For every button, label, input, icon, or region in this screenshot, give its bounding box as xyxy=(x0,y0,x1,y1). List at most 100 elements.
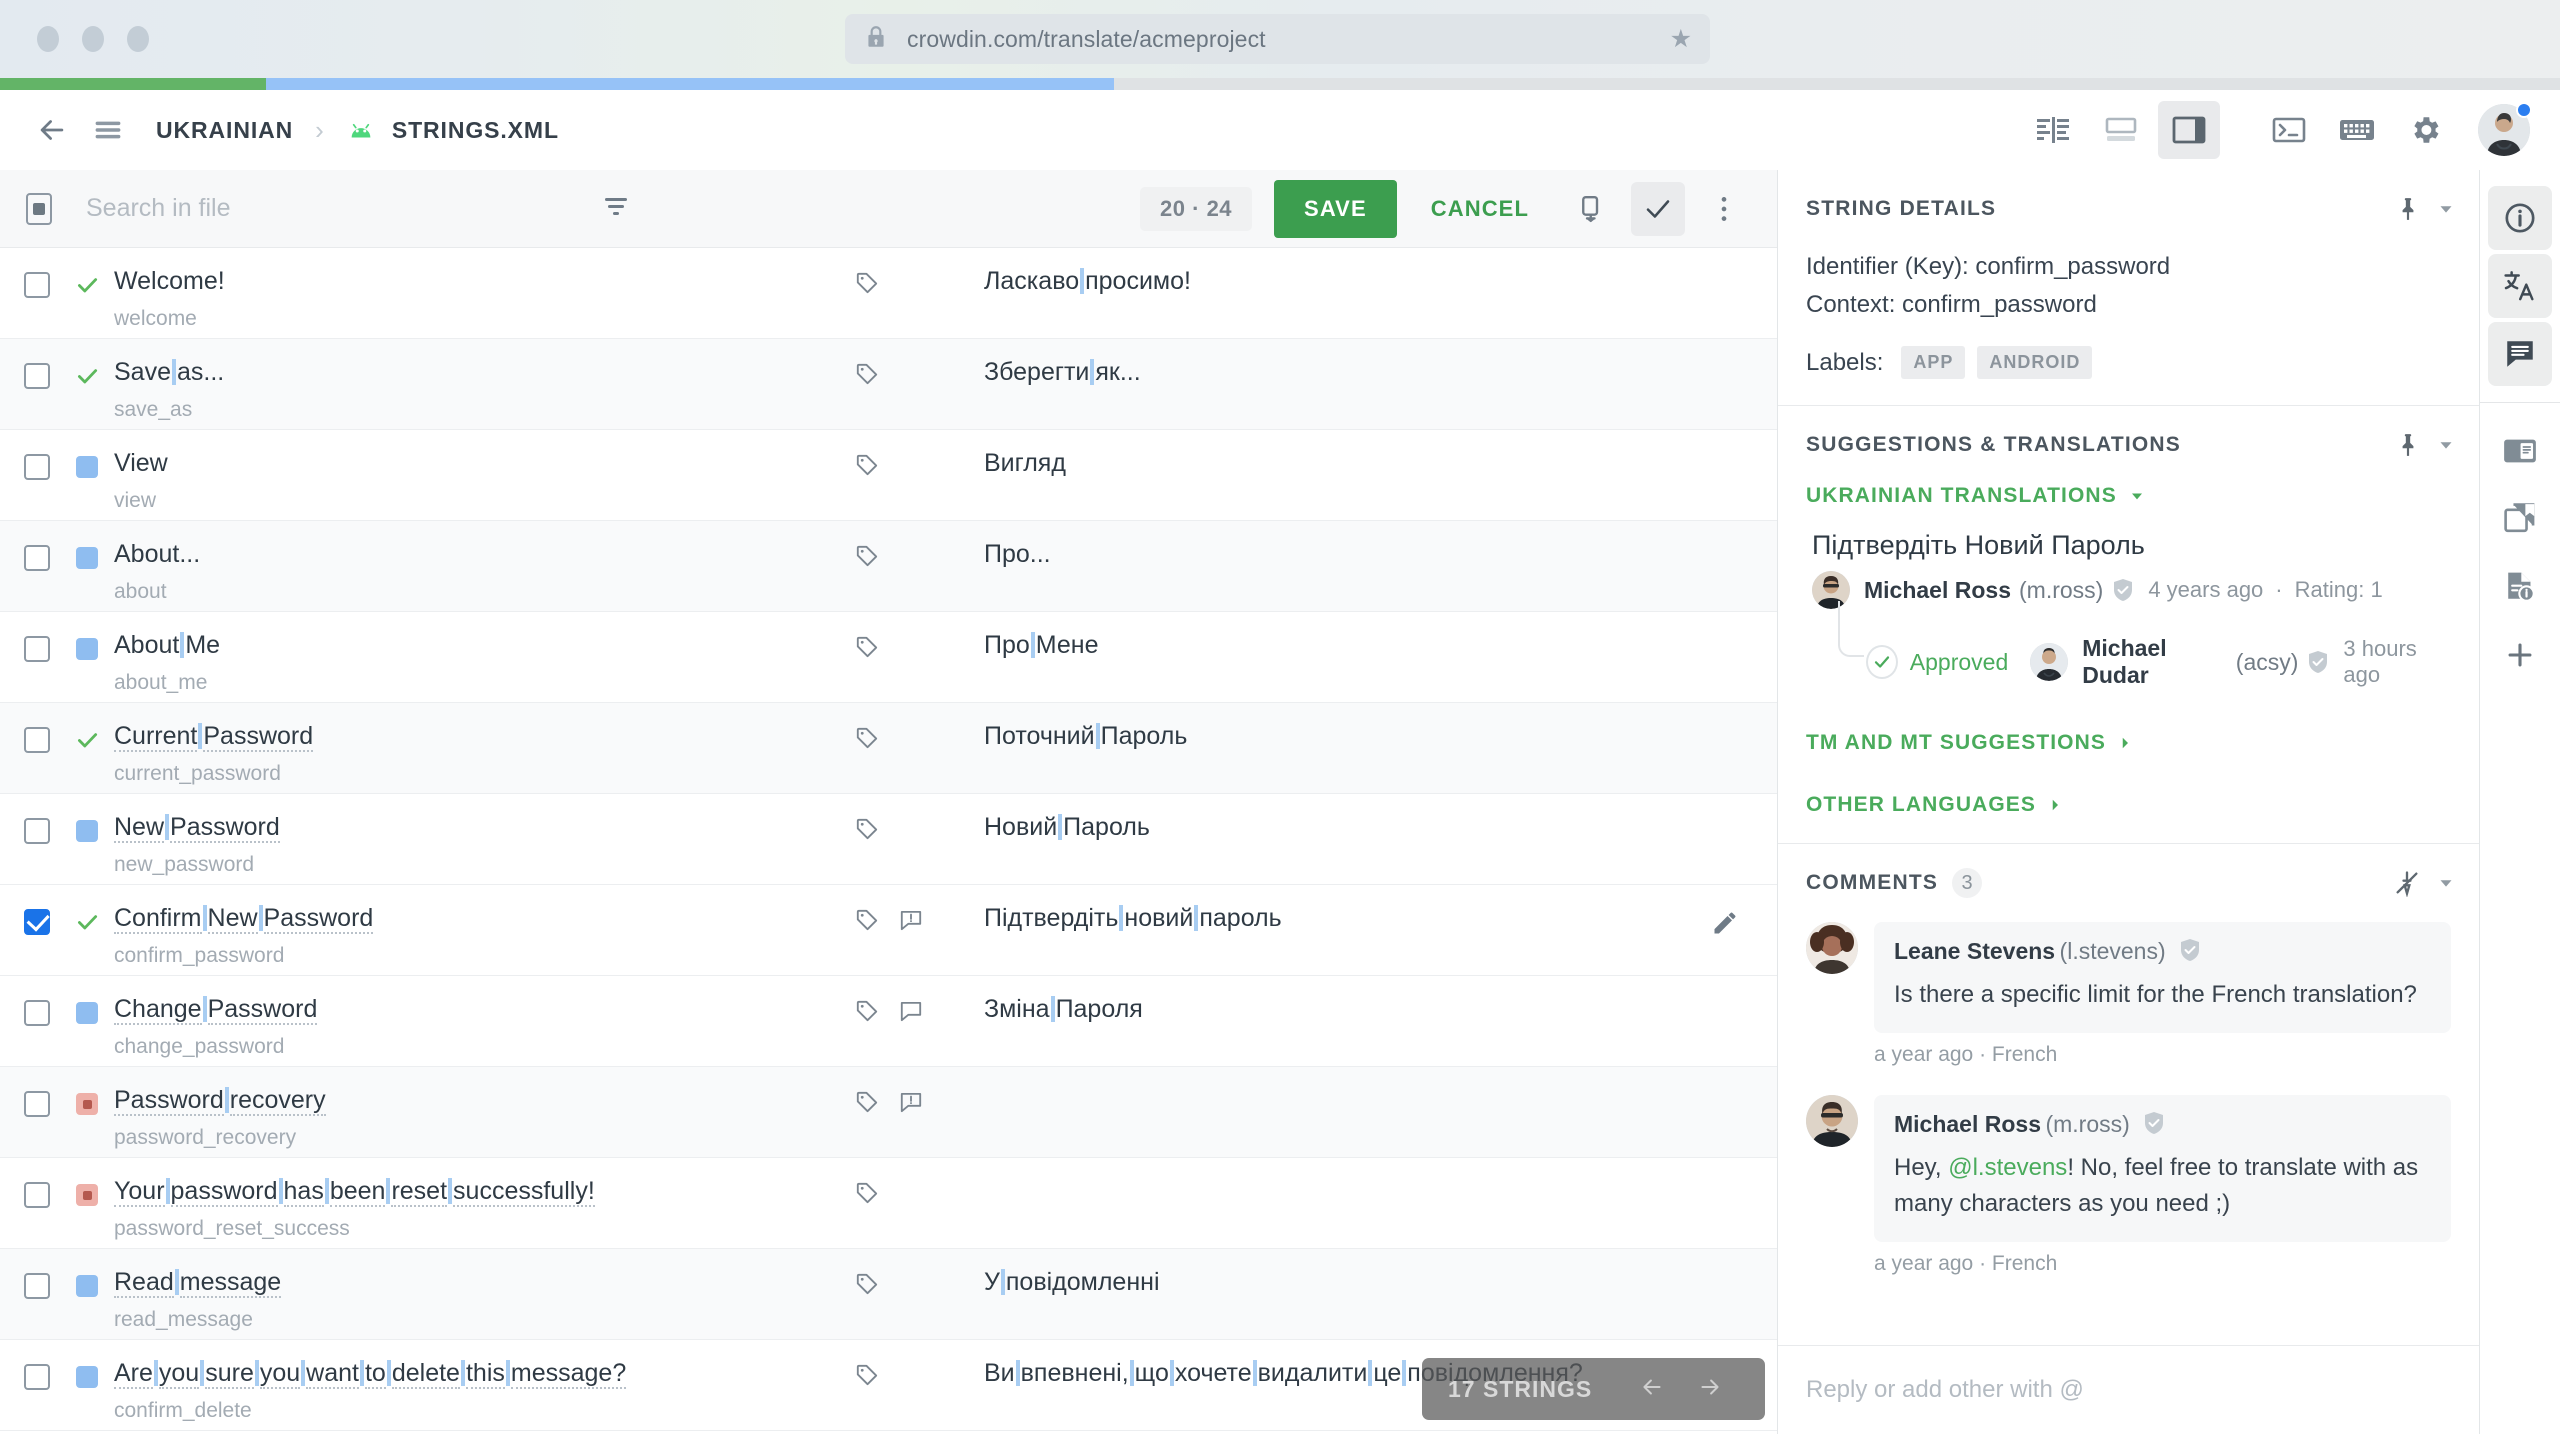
translation-text[interactable]: Підтвердіть Новий Пароль xyxy=(1812,530,2451,561)
table-row[interactable]: Confirm New Password confirm_password Підтве… xyxy=(0,885,1777,976)
table-row[interactable]: Your password has been reset successfully! pas… xyxy=(0,1158,1777,1249)
console-icon[interactable] xyxy=(2258,101,2320,159)
target-text[interactable]: Поточний Пароль xyxy=(984,720,1187,752)
table-row[interactable]: Save as... save_as Зберегти як... xyxy=(0,339,1777,430)
preview-pane-view-icon[interactable] xyxy=(2158,101,2220,159)
translate-icon[interactable] xyxy=(2488,254,2552,318)
source-cell[interactable]: Save as... save_as xyxy=(114,356,854,422)
tag-icon[interactable] xyxy=(854,907,880,938)
table-row[interactable]: Change Password change_password Зміна Пароля xyxy=(0,976,1777,1067)
source-cell[interactable]: Your password has been reset successfully! pas… xyxy=(114,1175,854,1241)
translation-author-name[interactable]: Michael Ross xyxy=(1864,577,2011,604)
source-cell[interactable]: View view xyxy=(114,447,854,513)
row-checkbox[interactable] xyxy=(24,1000,50,1026)
target-text[interactable]: Ласкаво просимо! xyxy=(984,265,1191,297)
source-cell[interactable]: Change Password change_password xyxy=(114,993,854,1059)
string-list[interactable]: Welcome! welcome Ласкаво просимо! Save as... s… xyxy=(0,248,1777,1434)
source-cell[interactable]: Read message read_message xyxy=(114,1266,854,1332)
more-vertical-icon[interactable] xyxy=(1697,182,1751,236)
minimize-window-button[interactable] xyxy=(82,26,104,52)
tag-icon[interactable] xyxy=(854,1362,880,1393)
close-window-button[interactable] xyxy=(37,26,59,52)
target-text[interactable]: Підтвердіть новий пароль xyxy=(984,902,1282,934)
string-info-icon[interactable] xyxy=(2488,186,2552,250)
row-checkbox[interactable] xyxy=(24,818,50,844)
row-checkbox[interactable] xyxy=(24,1364,50,1390)
add-icon[interactable] xyxy=(2488,623,2552,687)
tag-icon[interactable] xyxy=(854,998,880,1029)
filter-icon[interactable] xyxy=(601,193,631,224)
ukrainian-translations-toggle[interactable]: UKRAINIAN TRANSLATIONS xyxy=(1806,484,2451,508)
copy-source-icon[interactable] xyxy=(1565,182,1619,236)
tag-icon[interactable] xyxy=(854,634,880,665)
arrow-left-icon[interactable] xyxy=(1623,1374,1681,1405)
top-bottom-view-icon[interactable] xyxy=(2090,101,2152,159)
tm-mt-suggestions-link[interactable]: TM AND MT SUGGESTIONS xyxy=(1806,731,2451,755)
row-checkbox[interactable] xyxy=(24,1091,50,1117)
reply-input[interactable] xyxy=(1806,1376,2451,1404)
label-chip[interactable]: APP xyxy=(1901,346,1966,379)
row-checkbox[interactable] xyxy=(24,545,50,571)
target-text[interactable]: Вигляд xyxy=(984,447,1066,479)
comment-alert-icon[interactable] xyxy=(898,1089,924,1120)
table-row[interactable]: About Me about_me Про Мене xyxy=(0,612,1777,703)
source-cell[interactable]: About... about xyxy=(114,538,854,604)
pin-icon[interactable] xyxy=(2395,432,2421,458)
row-checkbox[interactable] xyxy=(24,636,50,662)
row-checkbox[interactable] xyxy=(24,1182,50,1208)
search-input[interactable] xyxy=(86,194,556,223)
select-all-checkbox-icon[interactable] xyxy=(26,192,52,225)
table-row[interactable]: About... about Про... xyxy=(0,521,1777,612)
breadcrumb-file[interactable]: STRINGS.XML xyxy=(392,117,559,144)
target-text[interactable]: Про Мене xyxy=(984,629,1099,661)
label-chip[interactable]: ANDROID xyxy=(1977,346,2093,379)
comment-alert-icon[interactable] xyxy=(898,907,924,938)
hamburger-menu-icon[interactable] xyxy=(86,108,130,152)
source-cell[interactable]: Current Password current_password xyxy=(114,720,854,786)
keyboard-shortcuts-icon[interactable] xyxy=(2326,101,2388,159)
glossary-icon[interactable] xyxy=(2488,487,2552,551)
source-cell[interactable]: Confirm New Password confirm_password xyxy=(114,902,854,968)
unpin-icon[interactable] xyxy=(2393,869,2421,897)
pencil-edit-icon[interactable] xyxy=(1711,909,1739,942)
row-checkbox[interactable] xyxy=(24,909,50,935)
tag-icon[interactable] xyxy=(854,543,880,574)
comment-author-name[interactable]: Leane Stevens xyxy=(1894,938,2055,964)
source-cell[interactable]: About Me about_me xyxy=(114,629,854,695)
side-by-side-view-icon[interactable] xyxy=(2022,101,2084,159)
tag-icon[interactable] xyxy=(854,1089,880,1120)
star-icon[interactable]: ★ xyxy=(1670,24,1692,54)
comment-icon[interactable] xyxy=(898,998,924,1029)
source-cell[interactable]: New Password new_password xyxy=(114,811,854,877)
target-text[interactable]: Уповідомленні xyxy=(984,1266,1160,1298)
table-row[interactable]: Current Password current_password Поточний П… xyxy=(0,703,1777,794)
comment-author-name[interactable]: Michael Ross xyxy=(1894,1111,2041,1137)
tag-icon[interactable] xyxy=(854,452,880,483)
tag-icon[interactable] xyxy=(854,816,880,847)
row-checkbox[interactable] xyxy=(24,727,50,753)
tag-icon[interactable] xyxy=(854,1180,880,1211)
table-row[interactable]: View view Вигляд xyxy=(0,430,1777,521)
breadcrumb-language[interactable]: UKRAINIAN xyxy=(156,117,293,144)
table-row[interactable]: Password recovery password_recovery xyxy=(0,1067,1777,1158)
other-languages-link[interactable]: OTHER LANGUAGES xyxy=(1806,793,2451,817)
comment-mention[interactable]: @l.stevens xyxy=(1948,1154,2067,1181)
approve-check-icon[interactable] xyxy=(1631,182,1685,236)
row-checkbox[interactable] xyxy=(24,1273,50,1299)
address-bar[interactable]: crowdin.com/translate/acmeproject ★ xyxy=(845,14,1710,64)
tag-icon[interactable] xyxy=(854,361,880,392)
save-button[interactable]: SAVE xyxy=(1274,180,1397,238)
target-text[interactable]: Новий Пароль xyxy=(984,811,1150,843)
tag-icon[interactable] xyxy=(854,725,880,756)
tag-icon[interactable] xyxy=(854,270,880,301)
target-text[interactable]: Про... xyxy=(984,538,1051,570)
back-arrow-icon[interactable] xyxy=(30,108,74,152)
screenshots-icon[interactable] xyxy=(2488,419,2552,483)
arrow-right-icon[interactable] xyxy=(1681,1374,1739,1405)
settings-gear-icon[interactable] xyxy=(2394,101,2456,159)
chevron-down-icon[interactable] xyxy=(2435,872,2457,894)
list-item[interactable]: Leane Stevens (l.stevens) Is there a spe… xyxy=(1806,922,2451,1033)
list-item[interactable]: Michael Ross (m.ross) Hey, @l.stevens! N… xyxy=(1806,1095,2451,1242)
source-cell[interactable]: Password recovery password_recovery xyxy=(114,1084,854,1150)
source-cell[interactable]: Are you sure you want to delete this message? con… xyxy=(114,1357,854,1423)
